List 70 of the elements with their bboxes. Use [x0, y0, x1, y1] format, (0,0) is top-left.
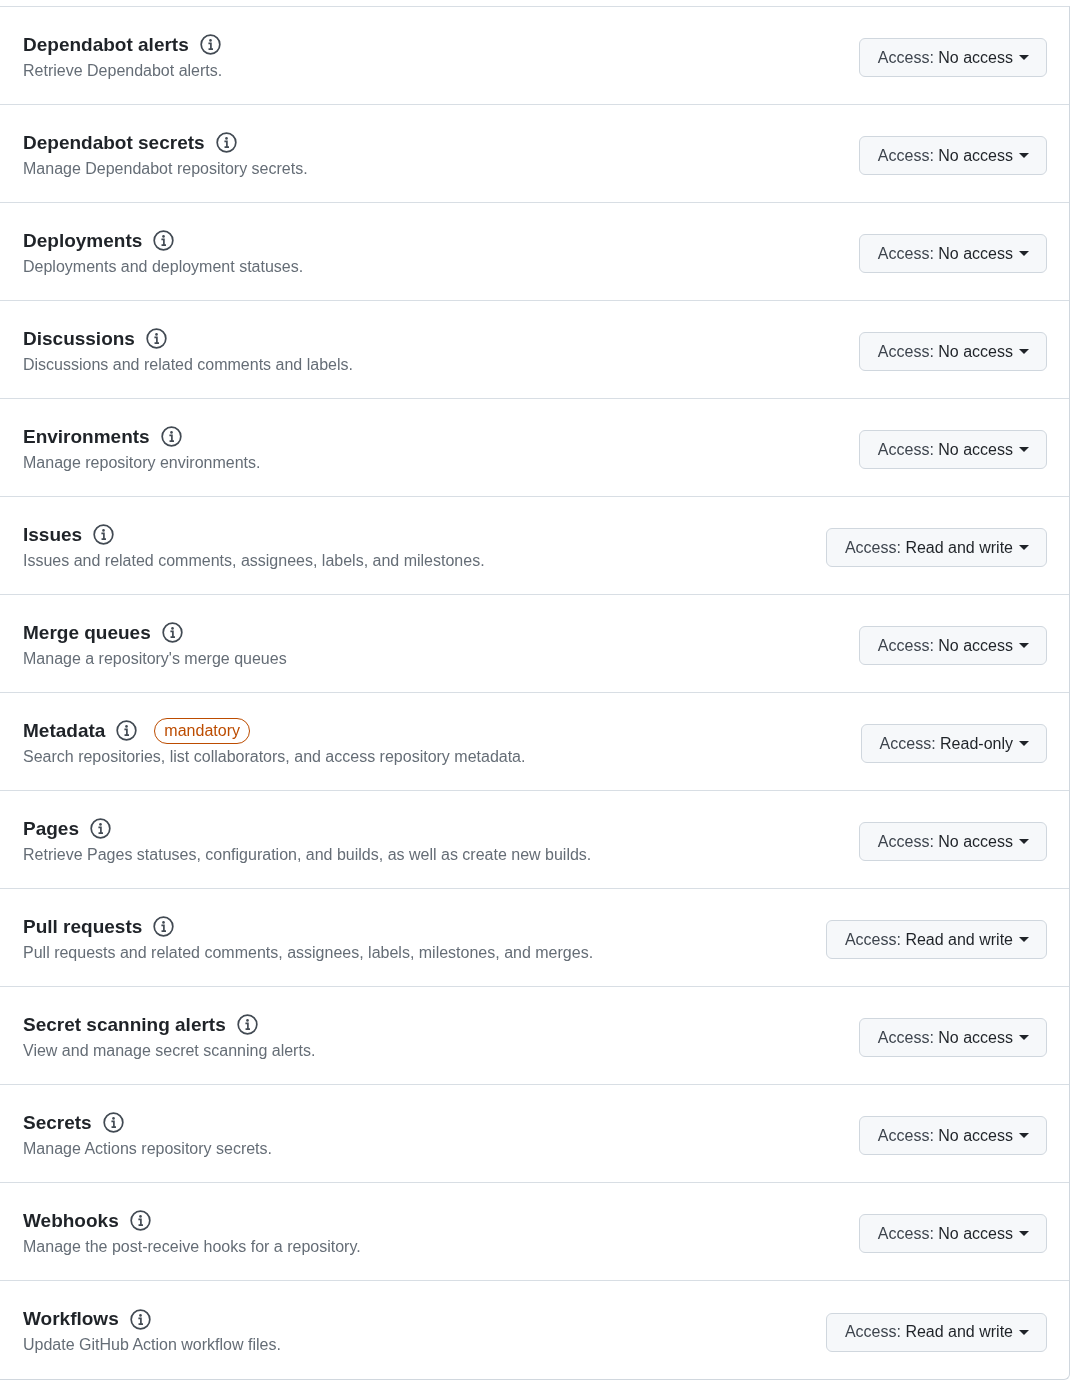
- access-dropdown-button[interactable]: Access: No access: [858, 430, 1047, 469]
- caret-icon: [1019, 643, 1029, 648]
- access-dropdown-button[interactable]: Access: Read and write: [825, 1312, 1047, 1352]
- access-dropdown-button[interactable]: Access: No access: [858, 38, 1047, 77]
- permission-title: Deployments: [23, 228, 143, 253]
- caret-icon: [1019, 937, 1029, 942]
- info-icon[interactable]: [153, 230, 175, 251]
- permission-description: Deployments and deployment statuses.: [23, 256, 304, 277]
- access-dropdown-button[interactable]: Access: No access: [858, 1214, 1047, 1253]
- permission-title: Webhooks: [23, 1208, 119, 1233]
- permission-description: Discussions and related comments and labels.: [23, 354, 353, 375]
- permission-title: Dependabot secrets: [23, 130, 205, 155]
- info-icon[interactable]: [102, 1112, 124, 1133]
- caret-icon: [1019, 545, 1029, 550]
- permission-description: Pull requests and related comments, assignees, labels, milestones, and merges.: [23, 942, 594, 963]
- access-dropdown-button[interactable]: Access: No access: [858, 234, 1047, 273]
- caret-icon: [1019, 839, 1029, 844]
- permission-title: Merge queues: [23, 620, 151, 645]
- info-icon[interactable]: [215, 132, 237, 153]
- info-icon[interactable]: [90, 818, 111, 839]
- info-icon[interactable]: [145, 328, 167, 349]
- info-icon[interactable]: [129, 1308, 151, 1330]
- permission-description: Search repositories, list collaborators, and access repository metadata.: [23, 746, 526, 767]
- permission-title: Pull requests: [23, 914, 143, 939]
- permission-title: Issues: [23, 522, 83, 547]
- permission-title: Workflows: [23, 1307, 119, 1331]
- access-dropdown-button[interactable]: Access: No access: [858, 1018, 1047, 1057]
- caret-icon: [1019, 153, 1029, 158]
- info-icon[interactable]: [236, 1014, 258, 1035]
- info-icon[interactable]: [199, 34, 221, 55]
- permission-title: Environments: [23, 424, 150, 449]
- caret-icon: [1019, 55, 1029, 60]
- caret-icon: [1019, 251, 1029, 256]
- permission-description: Issues and related comments, assignees, labels, and milestones.: [23, 550, 485, 571]
- info-icon[interactable]: [129, 1210, 151, 1231]
- caret-icon: [1019, 349, 1029, 354]
- permission-title: Secrets: [23, 1110, 92, 1135]
- info-icon[interactable]: [160, 426, 182, 447]
- permission-description: Manage Dependabot repository secrets.: [23, 158, 308, 179]
- permission-title: Metadata: [23, 718, 106, 743]
- info-icon[interactable]: [153, 916, 175, 937]
- caret-icon: [1019, 447, 1029, 452]
- info-icon[interactable]: [93, 524, 115, 545]
- caret-icon: [1019, 741, 1029, 746]
- permission-description: Manage the post-receive hooks for a repository.: [23, 1236, 361, 1257]
- info-icon[interactable]: [161, 622, 183, 643]
- permission-title: Dependabot alerts: [23, 32, 189, 57]
- permission-description: Update GitHub Action workflow files.: [23, 1335, 281, 1355]
- access-dropdown-button[interactable]: Access: Read and write: [825, 920, 1047, 959]
- caret-icon: [1019, 1329, 1029, 1335]
- permission-description: Retrieve Pages statuses, configuration, and builds, as well as create new builds.: [23, 844, 592, 865]
- permission-description: View and manage secret scanning alerts.: [23, 1040, 316, 1061]
- permission-description: Retrieve Dependabot alerts.: [23, 60, 223, 81]
- caret-icon: [1019, 1231, 1029, 1236]
- permission-title: Pages: [23, 816, 79, 841]
- caret-icon: [1019, 1133, 1029, 1138]
- access-dropdown-button[interactable]: Access: No access: [858, 626, 1047, 665]
- permission-description: Manage repository environments.: [23, 452, 261, 473]
- access-dropdown-button[interactable]: Access: No access: [858, 1116, 1047, 1155]
- access-dropdown-button[interactable]: Access: Read-only: [860, 724, 1047, 763]
- permission-description: Manage a repository's merge queues: [23, 648, 287, 669]
- permission-title: Secret scanning alerts: [23, 1012, 226, 1037]
- access-dropdown-button[interactable]: Access: No access: [858, 136, 1047, 175]
- permission-title: Discussions: [23, 326, 135, 351]
- info-icon[interactable]: [116, 720, 138, 741]
- access-dropdown-button[interactable]: Access: No access: [858, 332, 1047, 371]
- caret-icon: [1019, 1035, 1029, 1040]
- access-dropdown-button[interactable]: Access: Read and write: [825, 528, 1047, 567]
- access-dropdown-button[interactable]: Access: No access: [858, 822, 1047, 861]
- permission-description: Manage Actions repository secrets.: [23, 1138, 272, 1159]
